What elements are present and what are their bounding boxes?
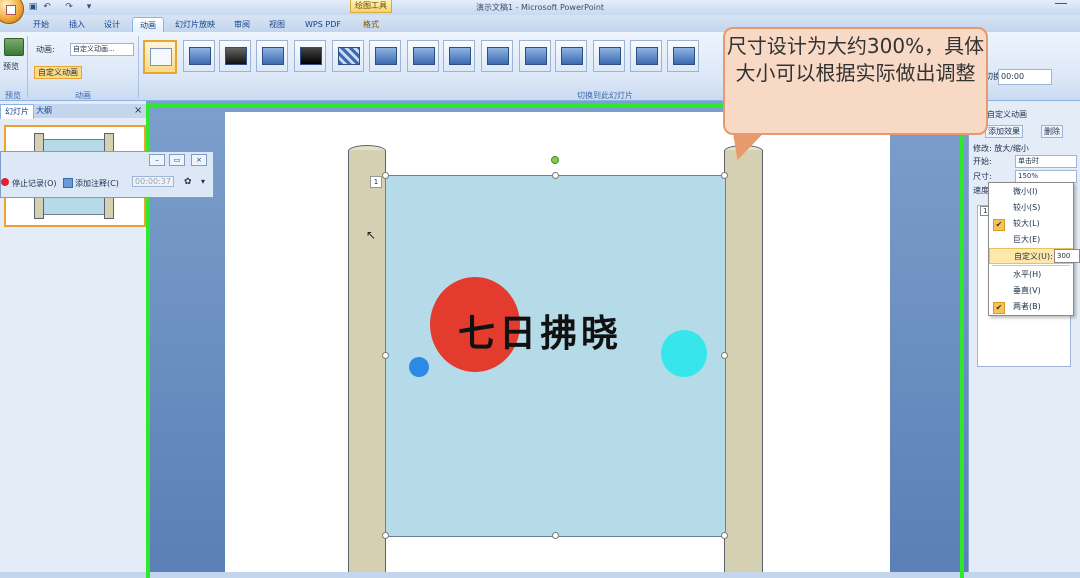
add-effect-button[interactable]: 添加效果 <box>985 125 1023 138</box>
restore-icon[interactable]: ▭ <box>169 154 185 166</box>
start-select[interactable]: 单击时 <box>1015 155 1077 168</box>
size-option-smaller[interactable]: 较小(S) <box>989 200 1073 216</box>
size-label: 尺寸: <box>973 172 992 181</box>
check-icon: ✔ <box>993 302 1005 314</box>
stop-record-button[interactable]: 停止记录(O) <box>12 178 57 189</box>
transition-thumb[interactable] <box>519 40 551 72</box>
animation-select[interactable]: 自定义动画... <box>70 43 134 56</box>
tab-format[interactable]: 格式 <box>356 17 386 32</box>
resize-handle[interactable] <box>721 172 728 179</box>
right-scroll-rod[interactable] <box>724 150 763 573</box>
custom-size-input[interactable]: 300 <box>1054 249 1080 263</box>
transition-thumb[interactable] <box>219 40 251 72</box>
size-option-vertical[interactable]: 垂直(V) <box>989 283 1073 299</box>
close-icon[interactable]: × <box>191 154 207 166</box>
transition-thumb[interactable] <box>481 40 513 72</box>
transition-none-thumb[interactable] <box>143 40 177 74</box>
group-separator <box>27 36 28 98</box>
resize-handle[interactable] <box>382 352 389 359</box>
add-note-button[interactable]: 添加注释(C) <box>75 178 119 189</box>
transition-thumb[interactable] <box>332 40 364 72</box>
resize-handle[interactable] <box>552 172 559 179</box>
minimize-icon[interactable] <box>1055 3 1067 4</box>
animation-group-label: 动画 <box>75 91 91 100</box>
resize-handle[interactable] <box>382 532 389 539</box>
blue-dot[interactable] <box>409 357 429 377</box>
tab-design[interactable]: 设计 <box>97 17 127 32</box>
remove-button[interactable]: 删除 <box>1041 125 1063 138</box>
size-option-tiny[interactable]: 微小(I) <box>989 184 1073 200</box>
resize-handle[interactable] <box>552 532 559 539</box>
transition-group-label: 切换到此幻灯片 <box>577 91 633 100</box>
mouse-cursor-icon: ↖ <box>366 228 377 242</box>
transition-thumb[interactable] <box>369 40 401 72</box>
transition-thumb[interactable] <box>667 40 699 72</box>
transition-thumb[interactable] <box>294 40 326 72</box>
tab-insert[interactable]: 插入 <box>62 17 92 32</box>
transition-thumb[interactable] <box>256 40 288 72</box>
size-option-larger[interactable]: ✔ 较大(L) <box>989 216 1073 232</box>
close-icon[interactable]: × <box>134 105 142 116</box>
tab-wps-pdf[interactable]: WPS PDF <box>298 17 348 32</box>
tab-animation[interactable]: 动画 <box>132 17 164 33</box>
tab-review[interactable]: 审阅 <box>227 17 257 32</box>
status-bar <box>0 572 1080 578</box>
slides-pane-tabs: 幻灯片 大纲 × <box>0 104 146 119</box>
settings-icon[interactable]: ✿ <box>184 177 192 187</box>
modify-label: 修改: 放大/缩小 <box>973 144 1029 153</box>
record-timer: 00:00:37 <box>132 176 174 187</box>
size-option-both-label: 两者(B) <box>1013 302 1041 311</box>
add-note-icon <box>63 178 73 188</box>
animation-order-tag[interactable]: 1 <box>370 176 382 188</box>
size-option-both[interactable]: ✔ 两者(B) <box>989 299 1073 315</box>
tab-home[interactable]: 开始 <box>26 17 56 32</box>
size-option-larger-label: 较大(L) <box>1013 219 1040 228</box>
transition-thumb[interactable] <box>407 40 439 72</box>
annotation-callout: 尺寸设计为大约300%，具体大小可以根据实际做出调整 <box>723 27 988 135</box>
tab-view[interactable]: 视图 <box>262 17 292 32</box>
tab-outline[interactable]: 大纲 <box>32 104 56 118</box>
slide-title[interactable]: 七日拂晓 <box>458 303 622 357</box>
pane-header: 自定义动画 <box>987 110 1027 119</box>
custom-animation-button[interactable]: 自定义动画 <box>34 66 82 79</box>
window-title: 演示文稿1 - Microsoft PowerPoint <box>475 3 605 12</box>
preview-icon[interactable] <box>4 38 24 56</box>
tab-slideshow[interactable]: 幻灯片放映 <box>170 17 220 32</box>
rotation-handle[interactable] <box>551 156 559 164</box>
transition-speed-input[interactable]: 00:00 <box>998 69 1052 85</box>
recording-toolbar: – ▭ × 停止记录(O) 添加注释(C) 00:00:37 ✿ ▾ <box>0 151 214 198</box>
cyan-circle[interactable] <box>661 330 707 377</box>
transition-thumb[interactable] <box>555 40 587 72</box>
resize-handle[interactable] <box>382 172 389 179</box>
transition-thumb[interactable] <box>630 40 662 72</box>
resize-handle[interactable] <box>721 352 728 359</box>
group-separator <box>138 36 139 98</box>
dropdown-separator <box>992 265 1070 266</box>
minimize-icon[interactable]: – <box>149 154 165 166</box>
resize-handle[interactable] <box>721 532 728 539</box>
start-label: 开始: <box>973 157 992 166</box>
transition-thumb[interactable] <box>443 40 475 72</box>
animation-label: 动画: <box>36 45 55 54</box>
size-option-huge[interactable]: 巨大(E) <box>989 232 1073 248</box>
check-icon: ✔ <box>993 219 1005 231</box>
transition-thumb[interactable] <box>593 40 625 72</box>
left-scroll-rod[interactable] <box>348 150 386 573</box>
preview-button-label[interactable]: 预览 <box>3 61 19 72</box>
transition-thumb[interactable] <box>183 40 215 72</box>
chevron-down-icon[interactable]: ▾ <box>201 177 205 186</box>
custom-animation-pane: 自定义动画 添加效果 删除 修改: 放大/缩小 开始: 单击时 尺寸: 150%… <box>968 101 1080 578</box>
stop-record-icon[interactable] <box>1 178 9 186</box>
tab-slides[interactable]: 幻灯片 <box>0 104 34 119</box>
preview-group-label: 预览 <box>5 91 21 100</box>
size-option-horizontal[interactable]: 水平(H) <box>989 267 1073 283</box>
